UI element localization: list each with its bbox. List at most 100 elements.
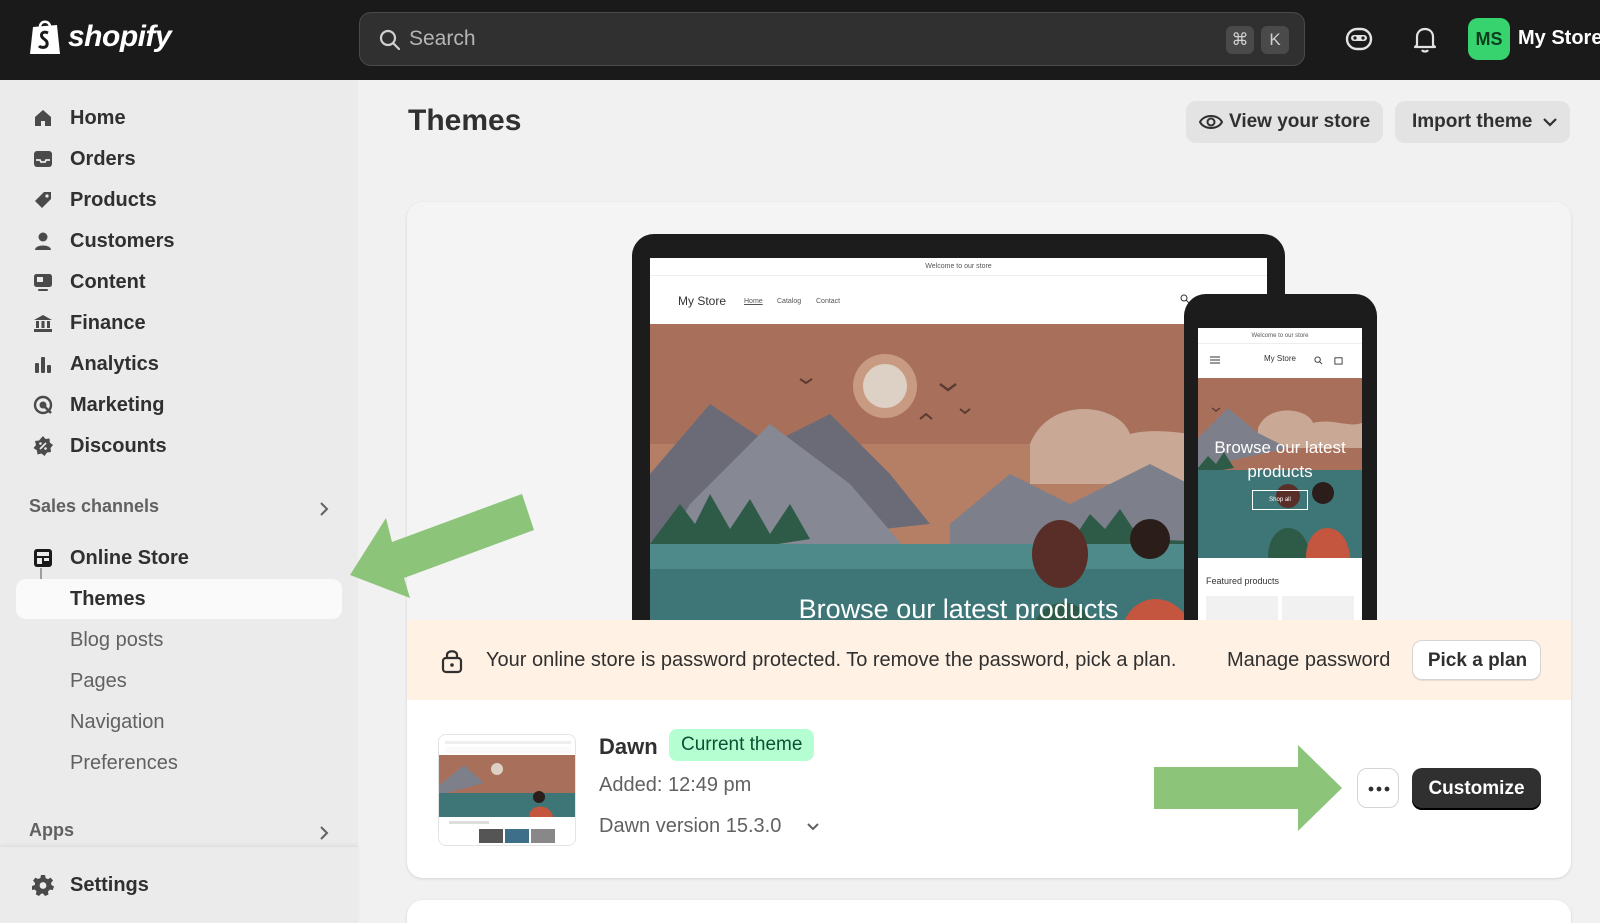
chevron-right-icon[interactable]: [318, 825, 330, 841]
sidekick-icon[interactable]: [1344, 24, 1374, 54]
sidebar-item-label: Blog posts: [70, 629, 164, 651]
sidebar-item-label: Analytics: [70, 353, 159, 375]
sidebar-item-label: Settings: [70, 874, 149, 896]
tag-icon: [35, 192, 51, 208]
view-store-button[interactable]: View your store: [1186, 101, 1383, 143]
sidebar-item-label: Marketing: [70, 394, 165, 416]
product-card-placeholder: [1206, 596, 1278, 620]
sidebar-item-label: Home: [70, 107, 126, 129]
pick-plan-button[interactable]: Pick a plan: [1412, 640, 1541, 680]
sidebar-item-settings[interactable]: Settings: [16, 865, 342, 905]
sidebar-item-themes[interactable]: Themes: [16, 579, 342, 619]
sales-channels-heading[interactable]: Sales channels: [29, 496, 159, 517]
sidebar-item-finance[interactable]: Finance: [16, 303, 342, 343]
sidebar-item-label: Discounts: [70, 435, 167, 457]
view-store-label: View your store: [1229, 111, 1371, 132]
shopify-logo[interactable]: shopify: [28, 18, 172, 56]
lock-icon: [441, 650, 463, 674]
customize-button[interactable]: Customize: [1412, 768, 1541, 810]
sidebar-item-label: Products: [70, 189, 157, 211]
sidebar-item-customers[interactable]: Customers: [16, 221, 342, 261]
chevron-right-icon[interactable]: [318, 501, 330, 517]
shortcut-cmd-key: ⌘: [1226, 26, 1254, 54]
preview-nav-catalog: Catalog: [777, 298, 802, 305]
sidebar-item-label: Finance: [70, 312, 146, 334]
theme-library-card: [407, 900, 1571, 923]
top-bar: shopify Search ⌘ K MS My Store: [0, 0, 1600, 80]
sidebar-item-orders[interactable]: Orders: [16, 139, 342, 179]
sidebar-item-label: Preferences: [70, 752, 178, 774]
sidebar-item-home[interactable]: Home: [16, 98, 342, 138]
theme-version[interactable]: Dawn version 15.3.0: [599, 815, 781, 838]
theme-preview[interactable]: Welcome to our store My Store Home Catal…: [407, 202, 1571, 620]
sidebar-item-preferences[interactable]: Preferences: [16, 743, 342, 783]
sidebar-item-online-store[interactable]: Online Store: [16, 538, 342, 578]
sidebar-item-products[interactable]: Products: [16, 180, 342, 220]
current-theme-card: Welcome to our store My Store Home Catal…: [407, 202, 1571, 878]
mobile-preview-headline: Browse our latest products: [1214, 438, 1346, 481]
chevron-down-icon[interactable]: [805, 819, 821, 835]
theme-thumbnail[interactable]: [438, 734, 576, 846]
hero-illustration: [650, 324, 1267, 620]
sidebar-item-content[interactable]: Content: [16, 262, 342, 302]
sidebar-item-marketing[interactable]: Marketing: [16, 385, 342, 425]
theme-added-time: Added: 12:49 pm: [599, 774, 752, 796]
preview-headline: Browse our latest products: [798, 594, 1119, 620]
shopify-bag-icon: [30, 20, 60, 54]
mobile-announcement-bar: Welcome to our store: [1198, 328, 1362, 344]
sidebar-item-label: Orders: [70, 148, 136, 170]
theme-thumbnail-image: [439, 735, 575, 845]
announcement-bar: Welcome to our store: [650, 258, 1267, 276]
storefront-icon: [34, 549, 52, 567]
mobile-preview: Welcome to our store My Store Browse our…: [1184, 294, 1377, 620]
person-icon: [35, 232, 51, 250]
shortcut-k-key: K: [1261, 26, 1289, 54]
import-theme-button[interactable]: Import theme: [1395, 101, 1570, 143]
current-theme-badge: Current theme: [669, 729, 815, 761]
brand-name: shopify: [68, 20, 172, 53]
manage-password-link[interactable]: Manage password: [1227, 649, 1390, 672]
chevron-down-icon: [1543, 118, 1557, 127]
customize-label: Customize: [1428, 778, 1525, 799]
discount-icon: [33, 436, 53, 456]
sidebar: Home Orders Products Customers Content F…: [0, 80, 358, 923]
store-name[interactable]: My Store: [1518, 27, 1600, 50]
featured-products-title: Featured products: [1206, 576, 1280, 586]
sidebar-item-navigation[interactable]: Navigation: [16, 702, 342, 742]
sidebar-item-discounts[interactable]: Discounts: [16, 426, 342, 466]
bank-icon: [34, 315, 52, 332]
bar-chart-icon: [35, 357, 51, 373]
eye-icon: [1199, 115, 1223, 129]
content-icon: [34, 274, 52, 291]
annotation-arrow-right-icon: [1154, 745, 1342, 831]
avatar[interactable]: MS: [1468, 18, 1510, 60]
sidebar-item-pages[interactable]: Pages: [16, 661, 342, 701]
sidebar-item-label: Navigation: [70, 711, 165, 733]
sidebar-item-label: Themes: [70, 588, 146, 610]
sidebar-item-analytics[interactable]: Analytics: [16, 344, 342, 384]
sidebar-item-label: Online Store: [70, 547, 189, 569]
settings-bar: Settings: [0, 847, 358, 923]
inbox-icon: [34, 151, 52, 167]
annotation-arrow-left-icon: [350, 494, 534, 598]
sidebar-item-label: Pages: [70, 670, 127, 692]
desktop-preview-screen: Welcome to our store My Store Home Catal…: [650, 258, 1267, 620]
gear-icon: [32, 875, 54, 896]
preview-store-name: My Store: [678, 294, 727, 308]
home-icon: [35, 110, 51, 126]
target-icon: [33, 395, 53, 415]
search-bar[interactable]: Search ⌘ K: [359, 12, 1305, 66]
bell-icon[interactable]: [1411, 24, 1439, 54]
preview-header: My Store Home Catalog Contact: [650, 276, 1267, 324]
sidebar-item-label: Content: [70, 271, 146, 293]
theme-name: Dawn: [599, 734, 658, 759]
sidebar-item-blog-posts[interactable]: Blog posts: [16, 620, 342, 660]
more-actions-button[interactable]: [1357, 768, 1399, 808]
ellipsis-icon: [1368, 786, 1390, 792]
product-card-placeholder: [1282, 596, 1354, 620]
apps-heading[interactable]: Apps: [29, 820, 74, 841]
password-banner: Your online store is password protected.…: [407, 620, 1571, 700]
password-message: Your online store is password protected.…: [486, 649, 1177, 671]
preview-nav-home: Home: [744, 298, 763, 305]
search-icon: [379, 29, 401, 51]
